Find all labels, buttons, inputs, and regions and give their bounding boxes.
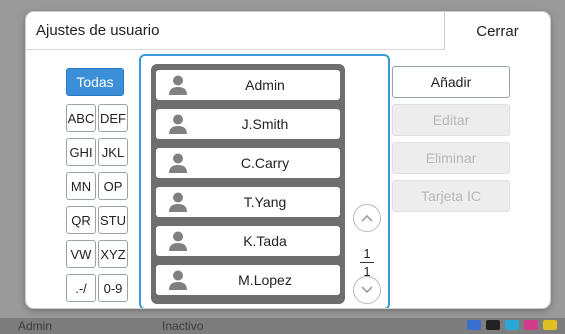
- delete-user-button[interactable]: Eliminar: [392, 142, 510, 174]
- user-icon: [169, 270, 187, 290]
- filter-all-button[interactable]: Todas: [66, 68, 124, 96]
- filter-vw-button[interactable]: VW: [66, 240, 96, 268]
- filter-xyz-button[interactable]: XYZ: [98, 240, 128, 268]
- user-icon: [169, 153, 187, 173]
- user-name: T.Yang: [243, 194, 287, 210]
- filter-ghi-button[interactable]: GHI: [66, 138, 96, 166]
- close-button[interactable]: Cerrar: [444, 12, 550, 50]
- filter-stu-button[interactable]: STU: [98, 206, 128, 234]
- chevron-down-icon: [361, 286, 373, 294]
- user-row-ccarry[interactable]: C.Carry: [156, 148, 340, 178]
- user-row-mlopez[interactable]: M.Lopez: [156, 265, 340, 295]
- background-status-bar: Admin Inactivo: [0, 318, 565, 334]
- page-indicator: 1 1: [353, 246, 381, 279]
- filter-symbols-button[interactable]: .-/: [66, 274, 96, 302]
- dialog-header: Ajustes de usuario Cerrar: [26, 12, 550, 50]
- filter-def-button[interactable]: DEF: [98, 104, 128, 132]
- user-row-jsmith[interactable]: J.Smith: [156, 109, 340, 139]
- bg-status-user: Admin: [18, 319, 53, 333]
- user-name: K.Tada: [243, 233, 287, 249]
- scroll-down-button[interactable]: [353, 276, 381, 304]
- user-row-admin[interactable]: Admin: [156, 70, 340, 100]
- user-list-panel: Admin J.Smith C.Carry T.Yang K.Tada M.Lo…: [139, 54, 390, 308]
- user-name: M.Lopez: [238, 272, 292, 288]
- filter-qr-button[interactable]: QR: [66, 206, 96, 234]
- filter-0-9-button[interactable]: 0-9: [98, 274, 128, 302]
- chevron-up-icon: [361, 214, 373, 222]
- filter-mn-button[interactable]: MN: [66, 172, 96, 200]
- user-icon: [169, 231, 187, 251]
- filter-abc-button[interactable]: ABC: [66, 104, 96, 132]
- toner-status-icons: [467, 320, 557, 330]
- dialog-title: Ajustes de usuario: [36, 22, 160, 39]
- user-list: Admin J.Smith C.Carry T.Yang K.Tada M.Lo…: [151, 64, 345, 304]
- user-icon: [169, 75, 187, 95]
- ic-card-button[interactable]: Tarjeta IC: [392, 180, 510, 212]
- current-page: 1: [363, 246, 371, 261]
- user-name: Admin: [245, 77, 285, 93]
- bg-status-state: Inactivo: [162, 319, 204, 333]
- user-row-tyang[interactable]: T.Yang: [156, 187, 340, 217]
- user-icon: [169, 192, 187, 212]
- add-user-button[interactable]: Añadir: [392, 66, 510, 98]
- user-name: C.Carry: [240, 155, 290, 171]
- filter-op-button[interactable]: OP: [98, 172, 128, 200]
- user-name: J.Smith: [241, 116, 289, 132]
- scroll-up-button[interactable]: [353, 204, 381, 232]
- user-settings-dialog: Ajustes de usuario Cerrar Todas ABC DEF …: [26, 12, 550, 308]
- user-row-ktada[interactable]: K.Tada: [156, 226, 340, 256]
- page-divider: [360, 262, 374, 263]
- user-icon: [169, 114, 187, 134]
- edit-user-button[interactable]: Editar: [392, 104, 510, 136]
- filter-jkl-button[interactable]: JKL: [98, 138, 128, 166]
